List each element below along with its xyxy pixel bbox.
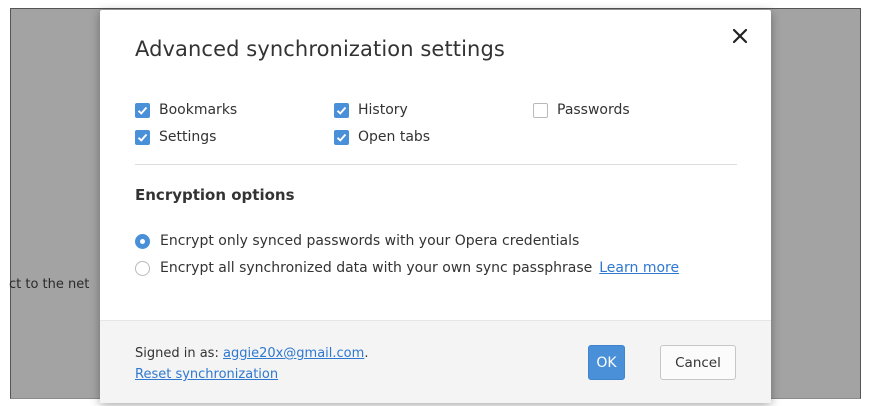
checkbox-label: History — [358, 102, 408, 118]
background-page-text: ct to the net — [9, 277, 90, 292]
account-email-link[interactable]: aggie20x@gmail.com — [223, 346, 364, 361]
encryption-options-heading: Encryption options — [135, 186, 295, 204]
signed-in-suffix: . — [364, 346, 369, 361]
signed-in-text: Signed in as: aggie20x@gmail.com. — [135, 346, 368, 361]
checkbox-checked-icon — [334, 102, 349, 118]
radio-encrypt-all-data[interactable]: Encrypt all synchronized data with your … — [135, 260, 679, 276]
checkbox-passwords[interactable]: Passwords — [533, 102, 630, 118]
radio-selected-icon — [135, 233, 150, 249]
cancel-button[interactable]: Cancel — [660, 345, 736, 380]
section-divider — [135, 164, 737, 165]
radio-label: Encrypt all synchronized data with your … — [160, 260, 593, 276]
radio-encrypt-passwords-only[interactable]: Encrypt only synced passwords with your … — [135, 233, 579, 249]
signed-in-prefix: Signed in as: — [135, 346, 219, 361]
checkbox-checked-icon — [135, 102, 150, 118]
dialog-title: Advanced synchronization settings — [135, 37, 505, 61]
reset-synchronization-link[interactable]: Reset synchronization — [135, 367, 278, 382]
checkbox-label: Settings — [159, 129, 217, 145]
checkbox-settings[interactable]: Settings — [135, 129, 216, 145]
checkbox-label: Passwords — [557, 102, 630, 118]
close-button[interactable] — [728, 24, 752, 48]
dialog-footer: Signed in as: aggie20x@gmail.com. Reset … — [100, 320, 771, 403]
radio-label: Encrypt only synced passwords with your … — [160, 233, 580, 249]
learn-more-link[interactable]: Learn more — [599, 260, 679, 276]
radio-unselected-icon — [135, 260, 150, 276]
checkbox-history[interactable]: History — [334, 102, 408, 118]
checkbox-checked-icon — [135, 129, 150, 145]
checkbox-label: Bookmarks — [159, 102, 238, 118]
advanced-sync-dialog: Advanced synchronization settings Bookma… — [100, 10, 771, 403]
checkbox-checked-icon — [334, 129, 349, 145]
close-icon — [732, 28, 748, 44]
ok-button[interactable]: OK — [588, 345, 625, 380]
checkbox-unchecked-icon — [533, 102, 548, 118]
checkbox-label: Open tabs — [358, 129, 431, 145]
checkbox-bookmarks[interactable]: Bookmarks — [135, 102, 237, 118]
checkbox-open-tabs[interactable]: Open tabs — [334, 129, 430, 145]
